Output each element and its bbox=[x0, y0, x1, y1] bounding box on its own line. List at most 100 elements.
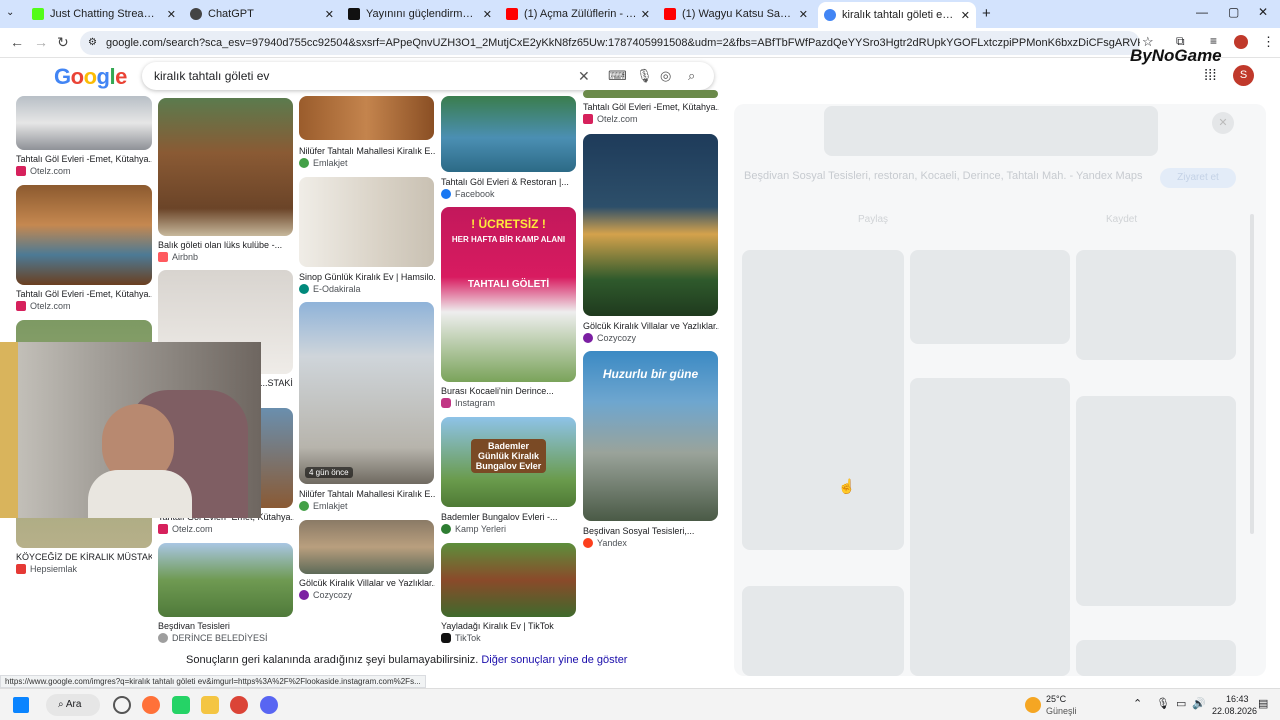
back-icon[interactable]: ← bbox=[10, 34, 24, 50]
network-icon[interactable]: ▭ bbox=[1176, 697, 1186, 710]
search-box[interactable]: kiralık tahtalı göleti ev ✕ ⌨ 🎙 ◎ ⌕ bbox=[142, 62, 714, 90]
task-view-icon[interactable] bbox=[113, 696, 131, 714]
result-caption[interactable]: Nilüfer Tahtalı Mahallesi Kiralık E... bbox=[299, 489, 435, 499]
site-info-icon[interactable]: ⚙ bbox=[88, 31, 97, 55]
close-icon[interactable]: ✕ bbox=[961, 9, 970, 22]
microphone-tray-icon[interactable]: 🎙 bbox=[1156, 697, 1170, 710]
tab-list-icon[interactable]: ⌄ bbox=[6, 7, 14, 18]
related-image[interactable] bbox=[1076, 396, 1236, 606]
preview-image[interactable] bbox=[824, 106, 1158, 156]
taskbar-search[interactable]: ⌕ Ara bbox=[46, 694, 100, 716]
result-source[interactable]: E-Odakirala bbox=[299, 284, 361, 294]
save-button[interactable]: Kaydet bbox=[1106, 214, 1137, 225]
chrome-icon[interactable] bbox=[230, 696, 248, 714]
related-image[interactable] bbox=[742, 250, 904, 550]
result-caption[interactable]: Nilüfer Tahtalı Mahallesi Kiralık E... bbox=[299, 146, 435, 156]
minimize-icon[interactable]: — bbox=[1196, 5, 1208, 19]
image-result[interactable]: Bademler Günlük Kiralık Bungalov Evler bbox=[441, 417, 576, 507]
image-result[interactable] bbox=[299, 96, 434, 140]
result-caption[interactable]: Sinop Günlük Kiralık Ev | Hamsilo... bbox=[299, 272, 435, 282]
related-image[interactable] bbox=[1076, 250, 1236, 360]
microphone-icon[interactable]: 🎙 bbox=[636, 62, 653, 90]
result-caption[interactable]: Bademler Bungalov Evleri -... bbox=[441, 512, 577, 522]
image-result[interactable] bbox=[158, 98, 293, 236]
browser-menu-icon[interactable]: ⋮ bbox=[1262, 34, 1275, 50]
result-caption[interactable]: Yayladağı Kiralık Ev | TikTok bbox=[441, 621, 577, 631]
result-source[interactable]: Kamp Yerleri bbox=[441, 524, 506, 534]
keyboard-icon[interactable]: ⌨ bbox=[608, 62, 627, 90]
lens-icon[interactable]: ◎ bbox=[660, 62, 671, 90]
image-result[interactable] bbox=[16, 185, 152, 285]
close-icon[interactable]: ✕ bbox=[799, 8, 808, 21]
tab-google-search[interactable]: kiralık tahtalı göleti ev - Google ✕ bbox=[818, 2, 976, 28]
result-source[interactable]: Yandex bbox=[583, 538, 627, 548]
result-caption[interactable]: Tahtalı Göl Evleri -Emet, Kütahya... bbox=[16, 289, 152, 299]
result-source[interactable]: Hepsiemlak bbox=[16, 564, 77, 574]
visit-button[interactable]: Ziyaret et bbox=[1160, 168, 1236, 188]
result-caption[interactable]: Beşdivan Tesisleri bbox=[158, 621, 294, 631]
result-source[interactable]: Facebook bbox=[441, 189, 495, 199]
image-result[interactable] bbox=[16, 96, 152, 150]
result-caption[interactable]: Tahtalı Göl Evleri -Emet, Kütahya... bbox=[16, 154, 152, 164]
search-icon[interactable]: ⌕ bbox=[688, 62, 695, 90]
result-source[interactable]: Airbnb bbox=[158, 252, 198, 262]
new-tab-icon[interactable]: + bbox=[982, 5, 991, 22]
image-result[interactable]: ! ÜCRETSİZ ! HER HAFTA BİR KAMP ALANI TA… bbox=[441, 207, 576, 382]
result-source[interactable]: Otelz.com bbox=[16, 301, 71, 311]
result-caption[interactable]: Balık göleti olan lüks kulübe -... bbox=[158, 240, 294, 250]
result-source[interactable]: TikTok bbox=[441, 633, 481, 643]
preview-title[interactable]: Beşdivan Sosyal Tesisleri, restoran, Koc… bbox=[744, 168, 1144, 184]
volume-icon[interactable]: 🔊 bbox=[1192, 697, 1206, 710]
result-source[interactable]: Emlakjet bbox=[299, 158, 348, 168]
image-result[interactable] bbox=[299, 520, 434, 574]
window-close-icon[interactable]: ✕ bbox=[1258, 5, 1268, 19]
show-more-results-link[interactable]: Diğer sonuçları yine de göster bbox=[481, 654, 627, 666]
image-result[interactable] bbox=[441, 96, 576, 172]
reload-icon[interactable]: ↻ bbox=[57, 34, 69, 51]
maximize-icon[interactable]: ▢ bbox=[1228, 5, 1239, 19]
discord-icon[interactable] bbox=[260, 696, 278, 714]
tab-chatgpt[interactable]: ChatGPT ✕ bbox=[184, 3, 340, 25]
clock-date[interactable]: 22.08.2026 bbox=[1212, 706, 1257, 716]
clock-time[interactable]: 16:43 bbox=[1226, 694, 1249, 704]
image-result[interactable] bbox=[441, 543, 576, 617]
firefox-icon[interactable] bbox=[142, 696, 160, 714]
close-icon[interactable]: ✕ bbox=[325, 8, 334, 21]
panel-scrollbar[interactable] bbox=[1250, 214, 1254, 534]
result-source[interactable]: Otelz.com bbox=[16, 166, 71, 176]
result-caption[interactable]: Tahtalı Göl Evleri -Emet, Kütahya... bbox=[583, 102, 719, 112]
result-caption[interactable]: Tahtalı Göl Evleri & Restoran |... bbox=[441, 177, 577, 187]
notification-icon[interactable]: ▤ bbox=[1258, 697, 1268, 710]
result-source[interactable]: Emlakjet bbox=[299, 501, 348, 511]
image-result[interactable]: 4 gün önce bbox=[299, 302, 434, 484]
tab-youtube-1[interactable]: (1) Açma Zülüflerin - Anatolian ✕ bbox=[500, 3, 656, 25]
weather-temp[interactable]: 25°C bbox=[1046, 694, 1066, 704]
file-explorer-icon[interactable] bbox=[201, 696, 219, 714]
result-caption[interactable]: Burası Kocaeli'nin Derince... bbox=[441, 386, 577, 396]
related-image[interactable] bbox=[742, 586, 904, 676]
close-icon[interactable]: ✕ bbox=[641, 8, 650, 21]
result-source[interactable]: Cozycozy bbox=[583, 333, 636, 343]
result-caption[interactable]: Gölcük Kiralık Villalar ve Yazlıklar... bbox=[299, 578, 435, 588]
account-avatar[interactable]: S bbox=[1233, 65, 1254, 86]
image-result[interactable] bbox=[158, 543, 293, 617]
result-caption[interactable]: Beşdivan Sosyal Tesisleri,... bbox=[583, 526, 719, 536]
related-image[interactable] bbox=[1076, 640, 1236, 676]
tab-youtube-2[interactable]: (1) Wagyu Katsu Sando! - YouTu ✕ bbox=[658, 3, 814, 25]
google-logo[interactable]: Google bbox=[54, 64, 127, 90]
result-source[interactable]: Cozycozy bbox=[299, 590, 352, 600]
url-field[interactable]: ⚙ google.com/search?sca_esv=97940d755cc9… bbox=[80, 31, 1140, 55]
related-image[interactable] bbox=[910, 250, 1070, 344]
windows-start-icon[interactable] bbox=[13, 697, 29, 713]
result-source[interactable]: DERİNCE BELEDİYESİ bbox=[158, 633, 268, 643]
apps-grid-icon[interactable]: ⁞⁞⁞ bbox=[1204, 67, 1217, 84]
tab-article[interactable]: Yayınını güçlendirmek için en iy ✕ bbox=[342, 3, 498, 25]
image-result[interactable]: Huzurlu bir güne bbox=[583, 351, 718, 521]
clear-icon[interactable]: ✕ bbox=[578, 62, 590, 90]
close-icon[interactable]: ✕ bbox=[483, 8, 492, 21]
image-result[interactable] bbox=[299, 177, 434, 267]
profile-avatar[interactable] bbox=[1234, 35, 1248, 49]
result-caption[interactable]: Gölcük Kiralık Villalar ve Yazlıklar... bbox=[583, 321, 719, 331]
result-caption[interactable]: KÖYCEĞİZ DE KİRALIK MÜSTAKİL... bbox=[16, 552, 152, 562]
related-image[interactable] bbox=[910, 378, 1070, 676]
